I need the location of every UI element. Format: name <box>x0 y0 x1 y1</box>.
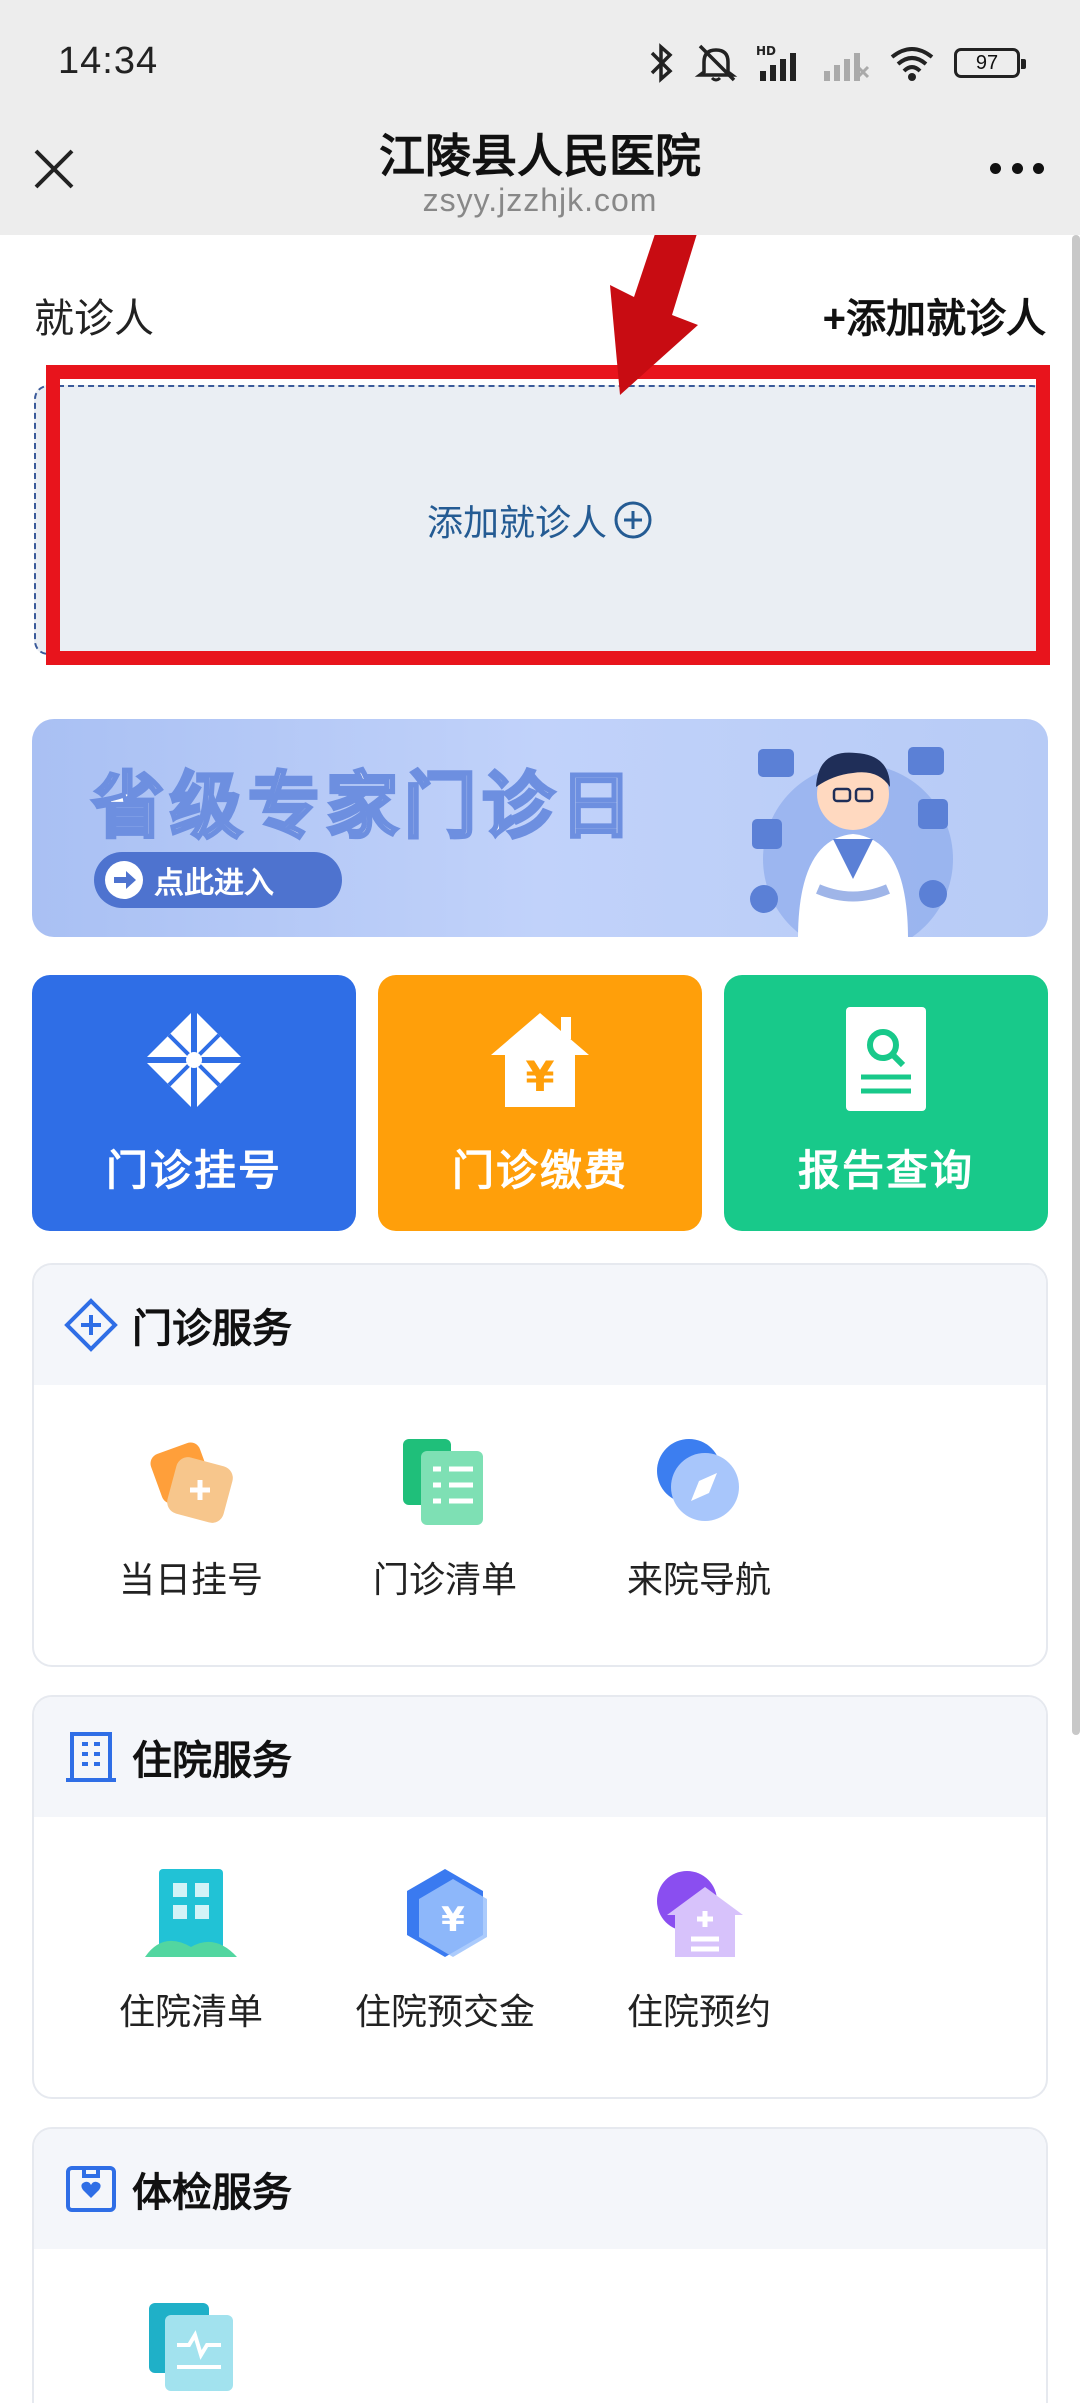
service-label: 住院预约 <box>626 1991 771 2032</box>
svg-text:¥: ¥ <box>525 1052 554 1101</box>
tile-outpatient-payment[interactable]: ¥ 门诊缴费 <box>378 975 702 1231</box>
outpatient-list-icon <box>403 1439 483 1525</box>
outpatient-services-card: 门诊服务 当日挂号 门诊清单 来院导航 <box>32 1263 1048 1667</box>
svg-text:¥: ¥ <box>441 1900 465 1940</box>
inpatient-services-card: 住院服务 住院清单 ¥ 住院预交金 住院预约 <box>32 1695 1048 2099</box>
tile-report-query[interactable]: 报告查询 <box>724 975 1048 1231</box>
status-time: 14:34 <box>58 40 159 82</box>
page-url: zsyy.jzzhjk.com <box>422 182 658 218</box>
patient-label: 就诊人 <box>34 297 154 341</box>
checkup-services-card: 体检服务 <box>32 2127 1048 2403</box>
tile-label: 门诊缴费 <box>451 1147 628 1194</box>
same-day-registration-icon <box>150 1442 233 1523</box>
card-header: 体检服务 <box>34 2129 1046 2249</box>
deposit-icon: ¥ <box>407 1869 487 1957</box>
banner-button-label: 点此进入 <box>154 867 274 900</box>
tile-label: 报告查询 <box>797 1147 974 1194</box>
nav-bar: 江陵县人民医院 zsyy.jzzhjk.com <box>0 100 1080 235</box>
registration-icon <box>144 1010 244 1110</box>
service-label: 来院导航 <box>626 1559 771 1600</box>
service-navigation[interactable]: 来院导航 <box>572 1385 826 1603</box>
report-search-icon <box>846 1007 926 1111</box>
service-outpatient-list[interactable]: 门诊清单 <box>318 1385 572 1603</box>
section-title: 住院服务 <box>132 1739 292 1783</box>
wifi-icon <box>888 41 936 85</box>
building-icon <box>66 1732 116 1782</box>
service-same-day-registration[interactable]: 当日挂号 <box>64 1385 318 1603</box>
expert-clinic-banner[interactable]: 省级专家门诊日 点此进入 <box>32 719 1048 937</box>
patient-header: 就诊人 +添加就诊人 <box>34 285 1046 345</box>
service-label: 门诊清单 <box>372 1559 517 1600</box>
hd-signal-icon: HD <box>756 41 804 85</box>
navigation-compass-icon <box>657 1439 739 1521</box>
inpatient-booking-icon <box>657 1871 743 1957</box>
tile-outpatient-registration[interactable]: 门诊挂号 <box>32 975 356 1231</box>
highlight-box <box>46 365 1050 665</box>
mute-icon <box>694 41 738 85</box>
page-title: 江陵县人民医院 <box>379 130 701 182</box>
service-label: 住院预交金 <box>354 1991 535 2032</box>
payment-house-icon: ¥ <box>491 1013 589 1107</box>
arrow-right-icon <box>105 861 143 899</box>
service-label: 当日挂号 <box>118 1559 263 1600</box>
quick-actions: 门诊挂号 ¥ 门诊缴费 报告查询 <box>32 975 1048 1231</box>
status-icons: HD 97 <box>646 38 1026 88</box>
red-arrow-icon <box>610 235 698 395</box>
service-inpatient-deposit[interactable]: ¥ 住院预交金 <box>318 1817 572 2035</box>
card-header: 门诊服务 <box>34 1265 1046 1385</box>
bluetooth-icon <box>646 41 676 85</box>
checkup-icon <box>66 2166 116 2212</box>
banner-title: 省级专家门诊日 <box>90 766 639 849</box>
outpatient-icon <box>64 1298 118 1352</box>
signal-icon <box>822 41 870 85</box>
section-title: 体检服务 <box>132 2171 292 2215</box>
battery-icon: 97 <box>954 48 1026 78</box>
section-title: 门诊服务 <box>132 1307 292 1351</box>
banner-enter-button[interactable]: 点此进入 <box>94 852 342 908</box>
inpatient-list-icon <box>145 1869 237 1957</box>
service-inpatient-list[interactable]: 住院清单 <box>64 1817 318 2035</box>
more-icon[interactable] <box>990 158 1044 178</box>
checkup-report-icon <box>149 2303 233 2391</box>
card-header: 住院服务 <box>34 1697 1046 1817</box>
svg-text:HD: HD <box>756 44 776 58</box>
service-label: 住院清单 <box>118 1991 263 2032</box>
service-inpatient-booking[interactable]: 住院预约 <box>572 1817 826 2035</box>
service-checkup-report[interactable] <box>64 2249 318 2403</box>
page-content: 就诊人 +添加就诊人 添加就诊人 省级专家门诊日 点此进入 门诊挂号 ¥ 门诊缴… <box>0 235 1080 2403</box>
scrollbar[interactable] <box>1072 235 1080 1735</box>
doctor-illustration-icon <box>750 747 953 937</box>
add-patient-link[interactable]: +添加就诊人 <box>823 286 1046 344</box>
tile-label: 门诊挂号 <box>105 1147 282 1194</box>
